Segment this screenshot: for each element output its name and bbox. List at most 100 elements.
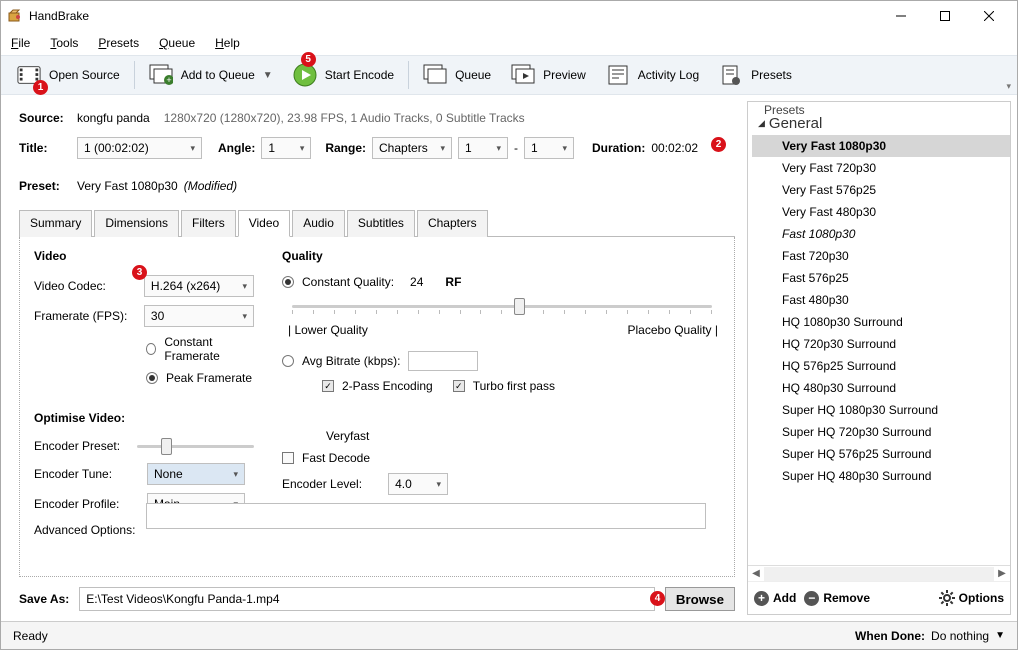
toolbar-sep — [134, 61, 135, 89]
annotation-3: 3 — [132, 265, 147, 280]
preview-button[interactable]: Preview — [501, 58, 596, 92]
range-to-select[interactable]: 1▾ — [524, 137, 574, 159]
maximize-button[interactable] — [923, 1, 967, 31]
angle-select[interactable]: 1▾ — [261, 137, 311, 159]
preset-item[interactable]: Fast 1080p30 — [752, 223, 1010, 245]
video-codec-select[interactable]: H.264 (x264)▾ — [144, 275, 254, 297]
tab-chapters[interactable]: Chapters — [417, 210, 488, 237]
cq-label: Constant Quality: — [302, 275, 394, 289]
presets-panel-title: Presets — [756, 103, 813, 117]
tab-dimensions[interactable]: Dimensions — [94, 210, 179, 237]
queue-button[interactable]: Queue — [413, 58, 501, 92]
open-source-label: Open Source — [49, 68, 120, 82]
app-icon — [7, 8, 23, 24]
turbo-checkbox[interactable] — [453, 380, 465, 392]
slider-high-label: Placebo Quality | — [628, 323, 719, 337]
chevron-down-icon[interactable]: ▼ — [995, 630, 1005, 641]
angle-label: Angle: — [218, 141, 255, 155]
preset-item[interactable]: Very Fast 720p30 — [752, 157, 1010, 179]
chevron-down-icon[interactable]: ▼ — [263, 70, 273, 81]
preset-item[interactable]: Super HQ 576p25 Surround — [752, 443, 1010, 465]
minimize-button[interactable] — [879, 1, 923, 31]
menu-help[interactable]: Help — [209, 34, 246, 52]
menu-tools[interactable]: Tools — [44, 34, 84, 52]
tab-summary[interactable]: Summary — [19, 210, 92, 237]
range-dash: - — [514, 141, 518, 155]
enc-preset-value: Veryfast — [326, 429, 369, 443]
preview-label: Preview — [543, 68, 586, 82]
tab-subtitles[interactable]: Subtitles — [347, 210, 415, 237]
preset-item[interactable]: Fast 480p30 — [752, 289, 1010, 311]
preset-item[interactable]: Very Fast 1080p30 — [752, 135, 1010, 157]
fast-decode-label: Fast Decode — [302, 451, 370, 465]
source-name: kongfu panda — [77, 111, 150, 125]
preset-item[interactable]: Fast 576p25 — [752, 267, 1010, 289]
fast-decode-checkbox[interactable] — [282, 452, 294, 464]
pfr-radio[interactable] — [146, 372, 158, 384]
menu-presets[interactable]: Presets — [92, 34, 145, 52]
preset-label: Preset: — [19, 179, 71, 193]
preset-add-button[interactable]: +Add — [754, 591, 796, 606]
preset-item[interactable]: Very Fast 480p30 — [752, 201, 1010, 223]
scroll-right-icon[interactable]: ▶ — [994, 568, 1010, 579]
preset-item[interactable]: Super HQ 480p30 Surround — [752, 465, 1010, 487]
add-to-queue-button[interactable]: + Add to Queue ▼ — [139, 58, 283, 92]
collapse-icon: ◢ — [758, 118, 765, 129]
toolbar-overflow[interactable]: ▾ — [1006, 81, 1011, 92]
adv-opt-input[interactable] — [146, 503, 706, 529]
preset-item[interactable]: HQ 720p30 Surround — [752, 333, 1010, 355]
cfr-radio[interactable] — [146, 343, 156, 355]
preset-item[interactable]: HQ 576p25 Surround — [752, 355, 1010, 377]
open-source-button[interactable]: Open Source 1 — [7, 58, 130, 92]
plus-icon: + — [754, 591, 769, 606]
tab-video[interactable]: Video — [238, 210, 290, 237]
menu-queue[interactable]: Queue — [153, 34, 201, 52]
preset-item[interactable]: Super HQ 1080p30 Surround — [752, 399, 1010, 421]
avg-bitrate-radio[interactable] — [282, 355, 294, 367]
quality-slider[interactable] — [292, 297, 712, 315]
saveas-path[interactable]: E:\Test Videos\Kongfu Panda-1.mp4 — [79, 587, 655, 611]
chevron-down-icon: ▾ — [562, 143, 567, 154]
presets-icon — [719, 63, 743, 87]
chevron-down-icon: ▾ — [437, 479, 442, 490]
queue-add-icon: + — [149, 63, 173, 87]
preset-name: Very Fast 1080p30 — [77, 179, 178, 193]
cfr-label: Constant Framerate — [164, 335, 254, 363]
cq-value: 24 — [410, 275, 423, 289]
preset-options-button[interactable]: Options — [939, 590, 1004, 606]
range-from-select[interactable]: 1▾ — [458, 137, 508, 159]
adv-opt-label: Advanced Options: — [34, 523, 139, 537]
video-codec-label: Video Codec: — [34, 279, 136, 293]
browse-button[interactable]: Browse — [665, 587, 735, 611]
activity-log-button[interactable]: Activity Log — [596, 58, 709, 92]
close-button[interactable] — [967, 1, 1011, 31]
scrollbar-track[interactable] — [764, 567, 994, 581]
presets-list[interactable]: ◢ General Very Fast 1080p30Very Fast 720… — [748, 106, 1010, 565]
framerate-label: Framerate (FPS): — [34, 309, 136, 323]
preset-remove-button[interactable]: −Remove — [804, 591, 870, 606]
avg-bitrate-input[interactable] — [408, 351, 478, 371]
menu-file[interactable]: File — [5, 34, 36, 52]
title-select[interactable]: 1 (00:02:02)▾ — [77, 137, 202, 159]
source-label: Source: — [19, 111, 71, 125]
range-type-select[interactable]: Chapters▾ — [372, 137, 452, 159]
preset-item[interactable]: Fast 720p30 — [752, 245, 1010, 267]
preset-item[interactable]: Very Fast 576p25 — [752, 179, 1010, 201]
tab-audio[interactable]: Audio — [292, 210, 345, 237]
enc-tune-select[interactable]: None▾ — [147, 463, 245, 485]
when-done-value: Do nothing — [931, 629, 989, 643]
preset-item[interactable]: HQ 480p30 Surround — [752, 377, 1010, 399]
enc-level-select[interactable]: 4.0▾ — [388, 473, 448, 495]
preset-item[interactable]: HQ 1080p30 Surround — [752, 311, 1010, 333]
start-encode-button[interactable]: Start Encode 5 — [283, 58, 404, 92]
presets-button[interactable]: Presets — [709, 58, 802, 92]
queue-label: Queue — [455, 68, 491, 82]
scroll-left-icon[interactable]: ◀ — [748, 568, 764, 579]
chevron-down-icon: ▾ — [233, 469, 238, 480]
framerate-select[interactable]: 30▾ — [144, 305, 254, 327]
twopass-checkbox[interactable] — [322, 380, 334, 392]
enc-preset-slider[interactable] — [137, 437, 254, 455]
tab-filters[interactable]: Filters — [181, 210, 236, 237]
preset-item[interactable]: Super HQ 720p30 Surround — [752, 421, 1010, 443]
cq-radio[interactable] — [282, 276, 294, 288]
